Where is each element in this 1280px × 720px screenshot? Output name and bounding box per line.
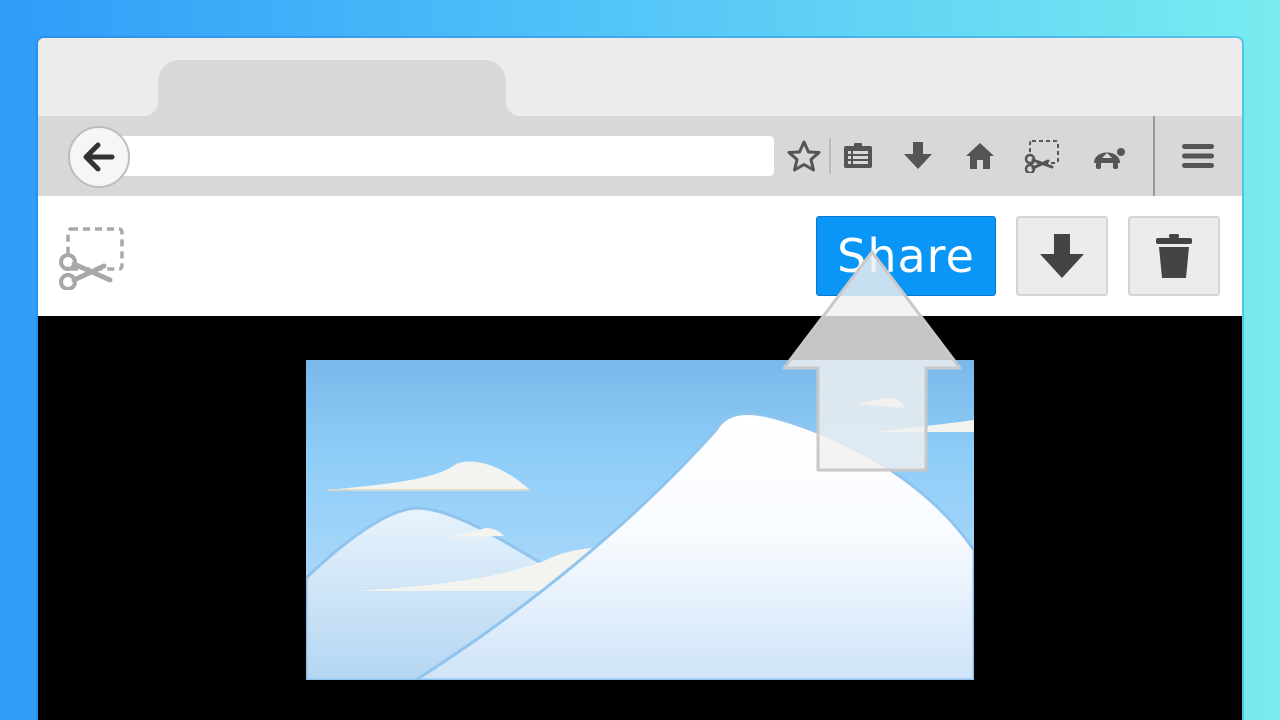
trash-icon bbox=[1156, 234, 1192, 278]
menu-button[interactable] bbox=[1178, 138, 1218, 174]
screenshot-toolbar: Share bbox=[38, 196, 1242, 316]
navigation-bar bbox=[38, 116, 1242, 196]
screenshot-button[interactable] bbox=[1022, 138, 1062, 174]
download-arrow-icon bbox=[904, 142, 932, 169]
toolbar-separator bbox=[829, 138, 831, 174]
download-button[interactable] bbox=[1016, 216, 1108, 296]
download-arrow-icon bbox=[1040, 234, 1084, 278]
back-button[interactable] bbox=[68, 126, 130, 188]
browser-tab[interactable] bbox=[158, 60, 506, 116]
url-bar[interactable] bbox=[106, 136, 774, 176]
extension-button[interactable] bbox=[1088, 138, 1128, 174]
star-icon bbox=[787, 140, 821, 172]
up-arrow-pointer-icon bbox=[782, 250, 962, 472]
delete-button[interactable] bbox=[1128, 216, 1220, 296]
hamburger-menu-icon bbox=[1182, 144, 1214, 168]
downloads-button[interactable] bbox=[898, 138, 938, 174]
screenshot-scissors-icon bbox=[59, 227, 124, 291]
screenshot-preview-area bbox=[38, 316, 1242, 720]
screenshots-logo bbox=[58, 226, 126, 291]
tab-strip bbox=[38, 38, 1242, 116]
toolbar-separator bbox=[1153, 116, 1155, 196]
bookmark-button[interactable] bbox=[784, 138, 824, 174]
home-button[interactable] bbox=[960, 138, 1000, 174]
screenshot-scissors-icon bbox=[1024, 140, 1059, 173]
turtle-icon bbox=[1094, 148, 1125, 169]
reading-list-button[interactable] bbox=[838, 138, 878, 174]
reading-list-icon bbox=[844, 143, 872, 168]
browser-window: Share bbox=[38, 38, 1242, 720]
home-icon bbox=[966, 143, 994, 169]
back-arrow-icon bbox=[83, 142, 115, 172]
